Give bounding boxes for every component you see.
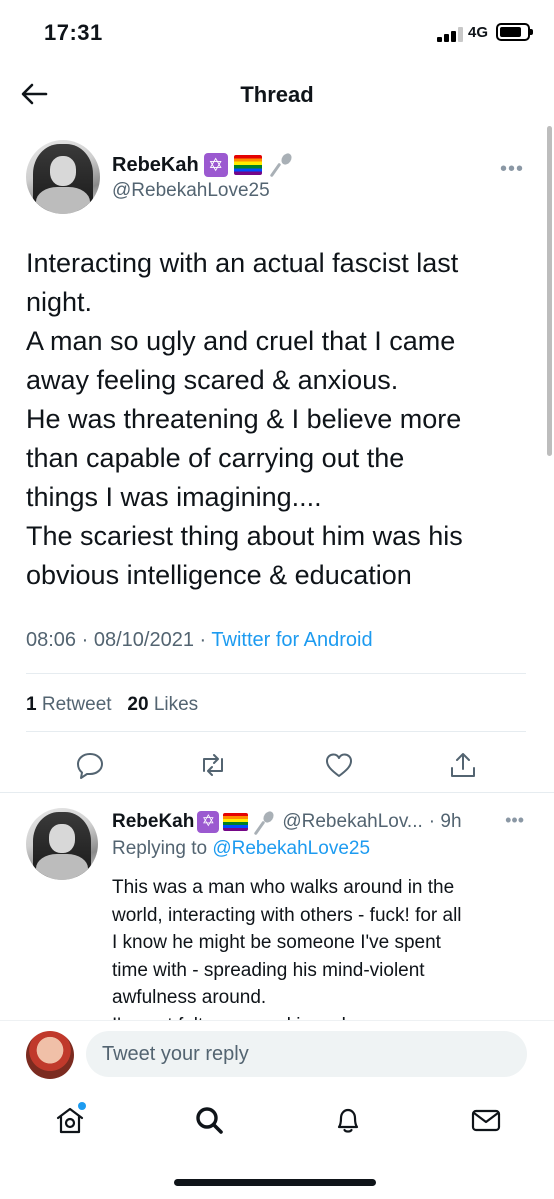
reply-input[interactable]: [86, 1031, 527, 1077]
tweet-text-line: things I was imagining....: [26, 482, 322, 512]
like-icon[interactable]: [324, 750, 354, 780]
tweet-date: 08/10/2021: [93, 629, 194, 651]
reply-header: RebeKah ✡ @RebekahLov... · 9h: [112, 810, 462, 834]
tweet-text-line: obvious intelligence & education: [26, 560, 412, 590]
avatar[interactable]: [26, 808, 98, 880]
tweet-text-line: The scariest thing about him was his: [26, 521, 463, 551]
replying-prefix: Replying to: [112, 838, 208, 859]
new-content-dot: [78, 1102, 86, 1110]
messages-icon[interactable]: [470, 1104, 502, 1136]
author-name-row[interactable]: RebeKah ✡: [112, 152, 294, 178]
rainbow-flag-icon: [233, 155, 262, 175]
retweet-count[interactable]: 1: [26, 694, 37, 715]
reply-text: This was a man who walks around in the w…: [112, 874, 522, 1020]
avatar[interactable]: [26, 1031, 74, 1079]
replying-mention-link[interactable]: @RebekahLove25: [212, 838, 370, 859]
tweet-time: 08:06: [26, 629, 77, 651]
replying-to: Replying to @RebekahLove25: [112, 838, 370, 860]
reply-text-line: awfulness around.: [112, 987, 267, 1008]
tab-bar: [0, 1090, 554, 1160]
tweet-source-link[interactable]: Twitter for Android: [211, 629, 372, 651]
battery-level: [500, 27, 521, 37]
author-name[interactable]: RebeKah: [112, 811, 194, 833]
home-indicator[interactable]: [174, 1179, 376, 1186]
star-of-david-icon: ✡: [203, 153, 228, 177]
reply-time: · 9h: [428, 811, 462, 832]
star-of-david-icon: ✡: [197, 811, 220, 833]
divider: [26, 731, 526, 732]
retweet-label[interactable]: Retweet: [42, 694, 112, 715]
tweet-text-line: He was threatening & I believe more: [26, 404, 462, 434]
thread-header: Thread: [0, 64, 554, 124]
search-icon[interactable]: [193, 1104, 225, 1136]
like-label[interactable]: Likes: [154, 694, 198, 715]
author-name: RebeKah: [112, 153, 199, 176]
tweet-stats: 1 Retweet 20 Likes: [26, 694, 198, 716]
status-bar: 17:31 4G: [0, 0, 554, 64]
tweet-text-line: away feeling scared & anxious.: [26, 365, 399, 395]
share-icon[interactable]: [448, 750, 478, 780]
avatar[interactable]: [26, 140, 100, 214]
tweet-text-line: night.: [26, 287, 93, 317]
reply-text-line: time with - spreading his mind-violent: [112, 959, 425, 981]
more-options-icon[interactable]: •••: [505, 810, 524, 831]
meta-separator: ·: [81, 629, 89, 651]
tweet-text: Interacting with an actual fascist last …: [26, 244, 526, 595]
tweet-text-line: Interacting with an actual fascist last: [26, 248, 459, 278]
meta-separator: ·: [199, 629, 207, 651]
tweet-actions: [0, 744, 554, 796]
tweet-text-line: than capable of carrying out the: [26, 443, 405, 473]
spoon-icon: [268, 152, 294, 178]
status-time: 17:31: [44, 20, 103, 45]
reply-text-line: I've not felt so scared in so long: [112, 1012, 522, 1021]
reply-text-line: I know he might be someone I've spent: [112, 932, 441, 953]
tweet-meta: 08:06 · 08/10/2021 · Twitter for Android: [26, 629, 373, 652]
reply-icon[interactable]: [75, 750, 105, 780]
network-type: 4G: [468, 24, 489, 41]
reply-text-line: This was a man who walks around in the: [112, 877, 455, 898]
notifications-icon[interactable]: [332, 1104, 364, 1136]
scrollbar[interactable]: [547, 126, 552, 456]
tweet-text-line: A man so ugly and cruel that I came: [26, 326, 456, 356]
more-options-icon[interactable]: •••: [500, 158, 524, 181]
rainbow-flag-icon: [223, 813, 249, 831]
reply-compose-bar: [0, 1020, 554, 1090]
retweet-icon[interactable]: [198, 750, 228, 780]
divider: [26, 673, 526, 674]
reply-tweet[interactable]: RebeKah ✡ @RebekahLov... · 9h ••• Replyi…: [0, 794, 554, 1020]
spoon-icon: [252, 810, 276, 834]
divider: [0, 792, 554, 793]
like-count[interactable]: 20: [127, 694, 148, 715]
page-title: Thread: [240, 82, 314, 107]
battery-icon: [496, 23, 533, 41]
signal-icon: [437, 26, 465, 42]
reply-text-line: world, interacting with others - fuck! f…: [112, 904, 462, 926]
author-handle[interactable]: @RebekahLov...: [282, 811, 422, 833]
author-handle[interactable]: @RebekahLove25: [112, 180, 270, 202]
